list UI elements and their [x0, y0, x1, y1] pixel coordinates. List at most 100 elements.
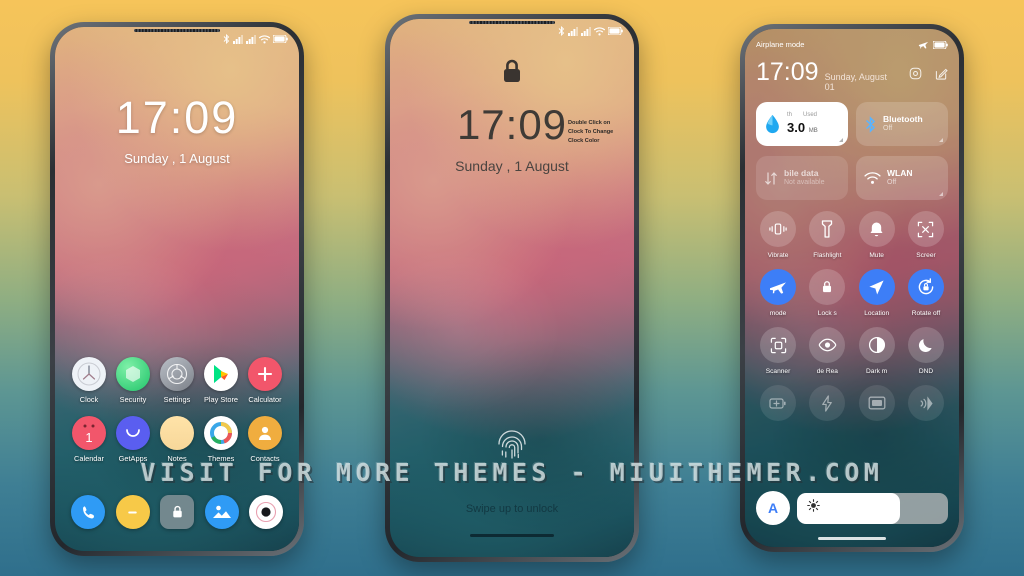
eye-icon [809, 327, 846, 363]
toggle-label: Location [864, 310, 890, 317]
toggle-label: Dark m [866, 368, 888, 375]
control-center-panel: Airplane mode 17:09 Sunday, August 01 th… [745, 29, 959, 547]
screenshot-icon [907, 211, 944, 247]
phone-icon[interactable] [71, 495, 105, 529]
signal-icon [568, 26, 578, 36]
toggle-label: Flashlight [813, 252, 842, 259]
toggle-label: Scanner [765, 368, 791, 375]
app-label: Calendar [74, 454, 104, 463]
themes-icon [204, 416, 238, 450]
home-indicator[interactable] [470, 533, 554, 537]
toggle-dnd[interactable]: DND [904, 327, 948, 375]
app-label: Calculator [248, 395, 282, 404]
ultra-battery-icon [809, 385, 846, 421]
toggle-screenshot[interactable]: Screer [904, 211, 948, 259]
bell-icon [858, 211, 895, 247]
tile-bluetooth[interactable]: Bluetooth Off [856, 102, 948, 146]
gallery-icon[interactable] [204, 495, 239, 529]
big-tile-row-2: bile data Not available WLAN Off [756, 156, 948, 200]
app-calendar[interactable]: 1 Calendar [69, 416, 109, 463]
app-label: Notes [167, 454, 187, 463]
app-getapps[interactable]: GetApps [113, 416, 153, 463]
moon-icon [907, 327, 944, 363]
tile-title: Bluetooth [883, 114, 923, 125]
toggle-dark-mode[interactable]: Dark m [855, 327, 899, 375]
wifi-icon [259, 34, 270, 43]
contrast-icon [858, 327, 895, 363]
app-label: Clock [79, 395, 99, 404]
edit-icon[interactable] [935, 67, 948, 85]
app-label: Themes [207, 454, 235, 463]
app-notes[interactable]: Notes [157, 416, 197, 463]
app-play-store[interactable]: Play Store [201, 357, 241, 404]
home-indicator[interactable] [818, 537, 886, 540]
tile-wlan[interactable]: WLAN Off [856, 156, 948, 200]
cast-icon [858, 385, 895, 421]
messages-icon[interactable] [115, 495, 150, 529]
phone1-screen: 17:09 Sunday , 1 August Clock Security S… [55, 27, 299, 551]
airplane-icon [918, 41, 929, 49]
tile-data-usage[interactable]: th Used 3.0 MB [756, 102, 848, 146]
svg-text:1: 1 [85, 430, 92, 445]
toggle-location[interactable]: Location [855, 269, 899, 317]
brightness-slider[interactable] [797, 492, 948, 524]
toggle-scanner[interactable]: Scanner [756, 327, 800, 375]
phone2-screen: 17:09 Sunday , 1 August Double Click on … [390, 19, 634, 557]
tile-title: WLAN [887, 168, 913, 179]
toggle-label: Rotate off [911, 310, 941, 317]
toggle-battery-saver[interactable] [756, 385, 800, 426]
toggle-cast[interactable] [855, 385, 899, 426]
bluetooth-icon [558, 26, 565, 36]
battery-saver-icon [760, 385, 796, 421]
flashlight-icon [809, 211, 846, 247]
phone1-status-bar [223, 34, 288, 44]
auto-brightness-button[interactable]: A [756, 491, 790, 525]
data-label-left: th [787, 112, 793, 119]
wifi-icon [864, 171, 881, 184]
camera-icon[interactable] [249, 495, 283, 529]
toggle-nfc[interactable] [904, 385, 948, 426]
toggle-row-1: Vibrate Flashlight Mute Screer [756, 211, 948, 259]
fingerprint-icon[interactable] [495, 428, 529, 467]
settings-icon [160, 357, 194, 391]
clock-time: 17:09 [115, 92, 239, 143]
toggle-label: Mute [869, 252, 884, 259]
play-store-icon [204, 357, 238, 391]
app-settings[interactable]: Settings [157, 357, 197, 404]
app-security[interactable]: Security [113, 357, 153, 404]
tile-mobile-data[interactable]: bile data Not available [756, 156, 848, 200]
data-drop-icon [766, 114, 779, 134]
sun-icon [807, 499, 820, 517]
app-contacts[interactable]: Contacts [245, 416, 285, 463]
getapps-icon [116, 416, 150, 450]
toggle-vibrate[interactable]: Vibrate [756, 211, 800, 259]
app-themes[interactable]: Themes [201, 416, 241, 463]
toggle-mute[interactable]: Mute [855, 211, 899, 259]
battery-icon [273, 35, 288, 43]
toggle-ultra-battery[interactable] [805, 385, 849, 426]
toggle-lock-screen[interactable]: Lock s [805, 269, 849, 317]
toggle-flashlight[interactable]: Flashlight [805, 211, 849, 259]
data-value: 3.0 [787, 119, 806, 135]
app-row-2: 1 Calendar GetApps Notes Themes Contacts [55, 416, 299, 463]
toggle-reading-mode[interactable]: de Rea [805, 327, 849, 375]
notes-icon [160, 416, 194, 450]
control-center-header: 17:09 Sunday, August 01 [756, 60, 948, 92]
toggle-airplane-mode[interactable]: mode [756, 269, 800, 317]
phone-device-2: 17:09 Sunday , 1 August Double Click on … [385, 14, 639, 562]
signal-icon [233, 34, 243, 44]
phone1-clock-widget: 17:09 Sunday , 1 August [55, 95, 299, 166]
clock-time: 17:09 [756, 58, 819, 86]
app-calculator[interactable]: Calculator [245, 357, 285, 404]
toggle-row-3: Scanner de Rea Dark m DND [756, 327, 948, 375]
nfc-icon [907, 385, 944, 421]
app-clock[interactable]: Clock [69, 357, 109, 404]
toggle-rotate-off[interactable]: Rotate off [904, 269, 948, 317]
location-icon [858, 269, 895, 305]
lock-icon[interactable] [160, 495, 194, 529]
toggle-label: Screer [916, 252, 936, 259]
data-unit: MB [808, 127, 818, 134]
brightness-row: A [756, 491, 948, 525]
settings-gear-icon[interactable] [909, 67, 922, 85]
app-label: Settings [163, 395, 191, 404]
